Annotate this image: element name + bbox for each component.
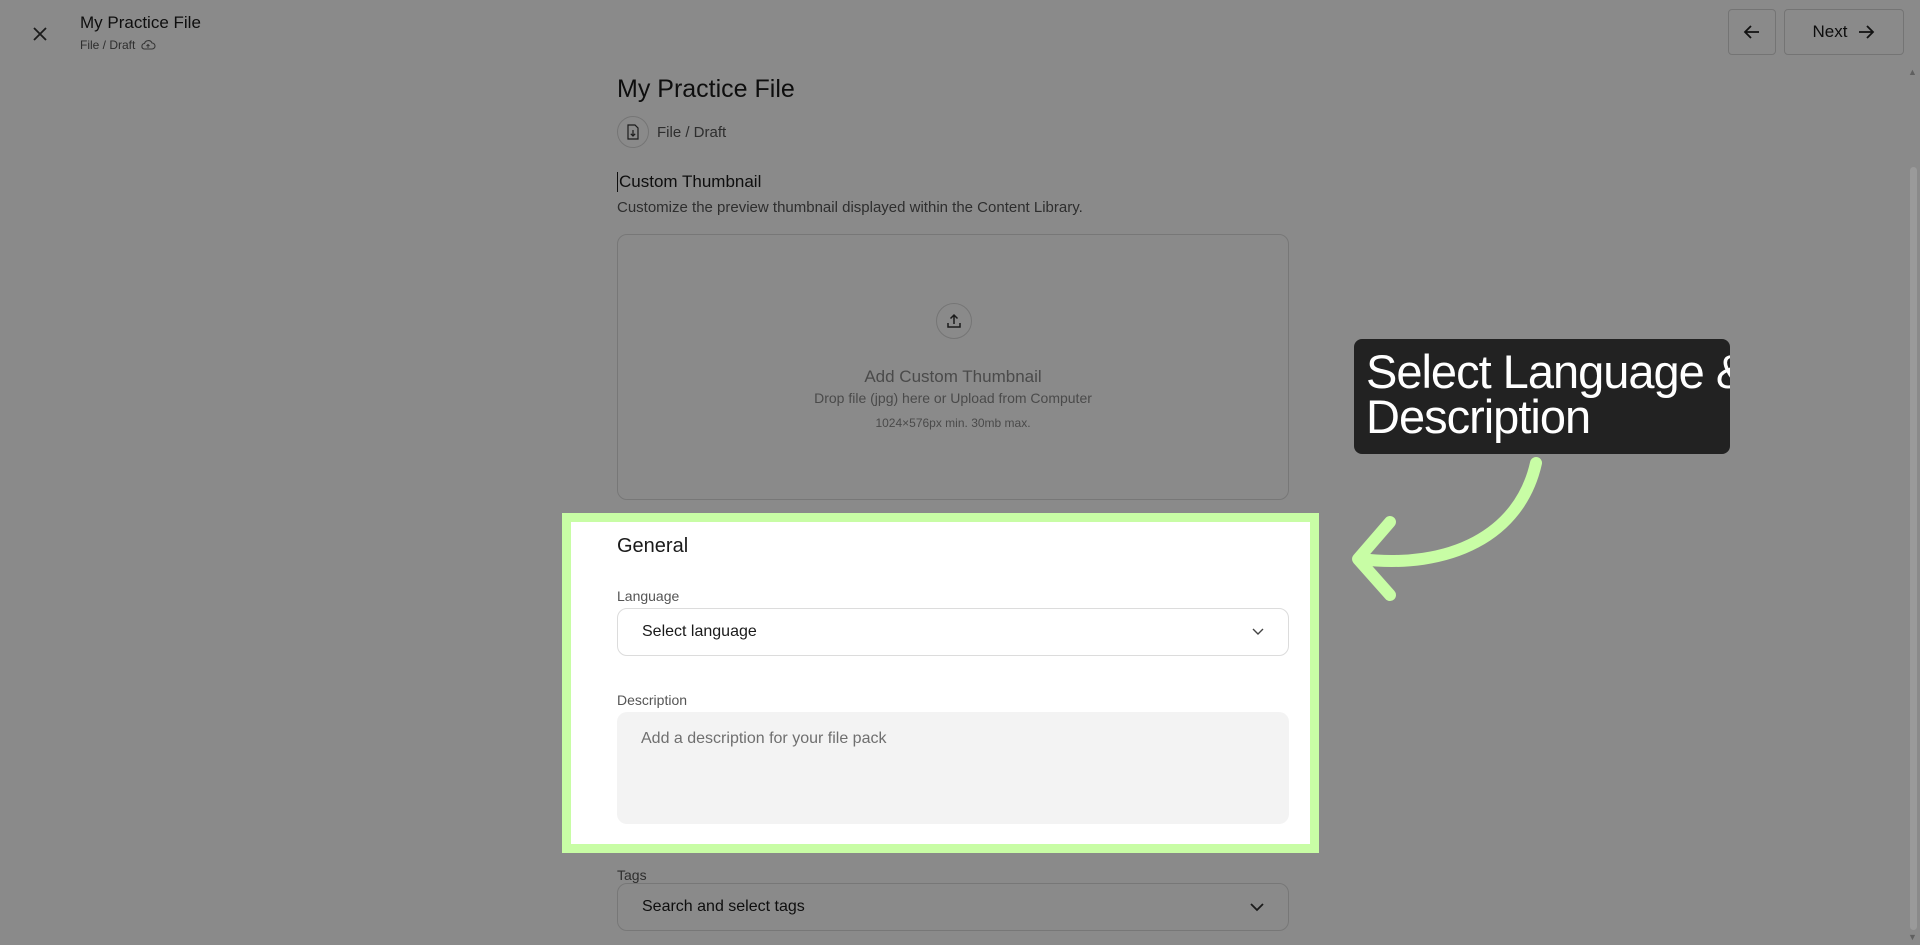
dropzone-title: Add Custom Thumbnail [864,367,1042,386]
chevron-down-icon [1252,628,1264,635]
language-select-value: Select language [642,623,757,640]
chevron-down-icon [1250,902,1264,911]
file-meta: File / Draft [617,116,726,148]
upload-icon [947,313,961,328]
file-download-icon [627,124,639,140]
upload-button[interactable] [936,303,972,339]
tags-select-value: Search and select tags [642,898,805,915]
scrollbar-up-arrow[interactable]: ▲ [1905,66,1920,78]
file-breadcrumb: File / Draft [657,123,727,141]
page-title: My Practice File [617,75,795,103]
language-select[interactable]: Select language [617,608,1289,656]
next-button[interactable]: Next [1784,9,1904,55]
scrollbar-down-arrow[interactable]: ▼ [1905,931,1920,943]
close-icon [33,27,47,41]
previous-button[interactable] [1728,9,1776,55]
scrollbar-thumb[interactable] [1910,167,1917,930]
arrow-left-icon [1743,25,1759,39]
file-type-badge [617,116,649,148]
thumbnail-dropzone[interactable]: Add Custom Thumbnail Drop file (jpg) her… [617,234,1289,500]
description-textarea[interactable]: Add a description for your file pack [617,712,1289,824]
arrow-right-icon [1859,25,1875,39]
callout-line-1: Select Language & [1366,345,1730,398]
header-breadcrumb-text: File / Draft [80,38,136,52]
thumbnail-heading: Custom Thumbnail [617,172,762,192]
description-label: Description [617,692,688,708]
callout-box: Select Language & Description [1354,339,1730,454]
dropzone-requirements: 1024×576px min. 30mb max. [875,416,1031,430]
header-breadcrumb: File / Draft [80,38,156,52]
close-button[interactable] [24,18,56,50]
cloud-icon [141,40,156,50]
tags-label: Tags [617,867,647,883]
dropzone-instructions: Drop file (jpg) here or Upload from Comp… [814,390,1092,406]
general-heading: General [617,535,689,557]
header-title: My Practice File [80,13,201,32]
callout-line-2: Description [1366,390,1591,443]
curved-arrow-icon [1352,457,1542,601]
next-button-label: Next [1812,22,1848,41]
tags-select[interactable]: Search and select tags [617,883,1289,931]
language-label: Language [617,588,680,604]
top-bar: My Practice File File / Draft Next [0,0,1920,66]
thumbnail-description: Customize the preview thumbnail displaye… [617,199,1083,216]
